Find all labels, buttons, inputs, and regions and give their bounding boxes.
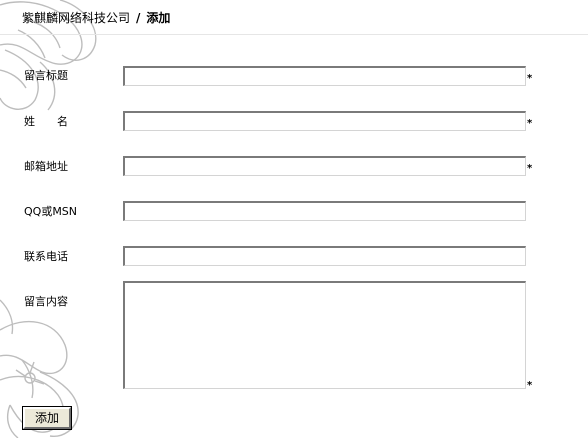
qq-msn-input[interactable]: [123, 201, 526, 221]
title-label: 留言标题: [24, 69, 68, 82]
email-required-mark: *: [527, 163, 533, 174]
breadcrumb-current: 添加: [146, 11, 171, 25]
content-label: 留言内容: [24, 295, 68, 308]
breadcrumb: 紫麒麟网络科技公司 / 添加: [22, 10, 170, 26]
title-input[interactable]: [123, 66, 526, 86]
name-input[interactable]: [123, 111, 526, 131]
content-required-mark: *: [527, 380, 533, 391]
breadcrumb-company[interactable]: 紫麒麟网络科技公司: [22, 11, 130, 25]
breadcrumb-separator: /: [136, 11, 141, 25]
phone-input[interactable]: [123, 246, 526, 266]
content-textarea[interactable]: [123, 281, 526, 389]
email-input[interactable]: [123, 156, 526, 176]
qq-msn-label: QQ或MSN: [24, 205, 78, 218]
email-label: 邮箱地址: [24, 160, 68, 173]
title-required-mark: *: [527, 73, 533, 84]
header-divider: [0, 34, 588, 35]
name-label: 姓 名: [24, 115, 68, 128]
add-button[interactable]: 添加: [22, 406, 72, 430]
phone-label: 联系电话: [24, 250, 68, 263]
name-required-mark: *: [527, 118, 533, 129]
